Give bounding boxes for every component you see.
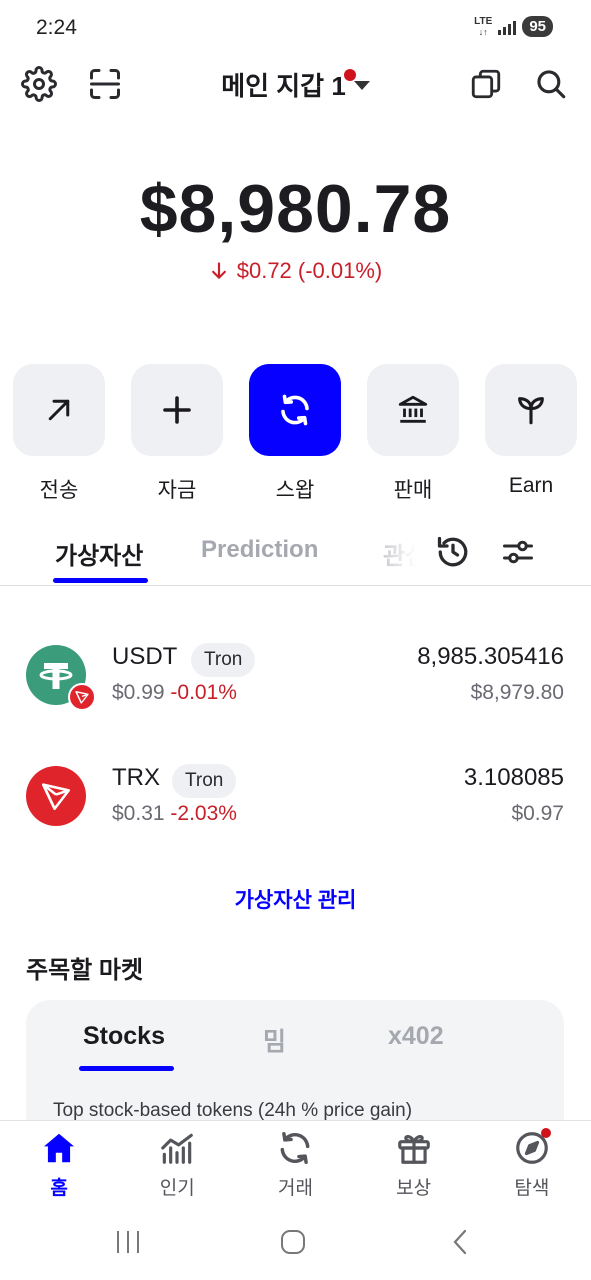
fund-label: 자금 <box>157 479 197 502</box>
bank-icon <box>398 395 428 423</box>
nav-home[interactable]: 홈 <box>0 1121 118 1202</box>
back-icon[interactable] <box>440 1224 480 1260</box>
search-icon[interactable] <box>531 64 571 104</box>
swap-icon <box>281 1132 310 1164</box>
nav-home-label: 홈 <box>50 1178 68 1199</box>
nav-trade-label: 거래 <box>277 1178 313 1199</box>
balance-change: $0.72 (-0.01%) <box>0 258 591 284</box>
nav-explore[interactable]: 탐색 <box>473 1121 591 1202</box>
send-tile[interactable] <box>13 364 105 456</box>
nav-trending[interactable]: 인기 <box>118 1121 236 1202</box>
total-balance: $8,980.78 <box>139 171 452 247</box>
fund-tile[interactable] <box>131 364 223 456</box>
copy-icon[interactable] <box>466 64 506 104</box>
token-value: $0.97 <box>511 802 564 825</box>
token-amount: 3.108085 <box>463 764 564 791</box>
market-tab-meme[interactable]: 밈 <box>263 1022 286 1058</box>
home-icon <box>44 1133 75 1163</box>
earn-button[interactable]: Earn <box>485 364 577 504</box>
earn-label: Earn <box>508 474 554 497</box>
sell-button[interactable]: 판매 <box>367 364 459 504</box>
market-tab-x402[interactable]: x402 <box>388 1022 444 1051</box>
network-chip: Tron <box>191 643 256 677</box>
market-tab-stocks[interactable]: Stocks <box>83 1022 165 1051</box>
quick-actions: 전송 자금 스왑 판매 Earn <box>13 364 591 504</box>
token-symbol: USDT <box>112 643 178 670</box>
signal-icon <box>498 19 517 35</box>
status-bar: 2:24 LTE ↓↑ 95 <box>0 0 591 58</box>
home-button-icon[interactable] <box>273 1224 313 1260</box>
token-change: -0.01% <box>170 681 237 704</box>
token-value: $8,979.80 <box>470 681 564 704</box>
network-chip: Tron <box>172 764 237 798</box>
bottom-navigation: 홈 인기 거래 보상 탐색 <box>0 1120 591 1202</box>
status-time: 2:24 <box>36 16 77 39</box>
tron-network-badge-icon <box>68 683 96 711</box>
token-price-value: $0.99 <box>112 681 165 704</box>
nav-rewards-label: 보상 <box>396 1178 432 1199</box>
status-indicators: LTE ↓↑ 95 <box>474 16 553 37</box>
filter-icon[interactable] <box>498 532 538 572</box>
manage-assets-link[interactable]: 가상자산 관리 <box>0 884 591 914</box>
token-row-trx[interactable]: TRX Tron $0.31 -2.03% 3.108085 $0.97 <box>0 756 591 846</box>
history-icon[interactable] <box>433 532 473 572</box>
market-tab-indicator <box>79 1066 174 1071</box>
notification-dot <box>343 69 356 81</box>
trx-logo-icon <box>26 766 86 826</box>
market-subtitle: Top stock-based tokens (24h % price gain… <box>53 1100 413 1121</box>
token-price: $0.31 -2.03% <box>112 802 237 826</box>
fund-button[interactable]: 자금 <box>131 364 223 504</box>
swap-button[interactable]: 스왑 <box>249 364 341 504</box>
token-change: -2.03% <box>170 802 237 825</box>
markets-section-title: 주목할 마켓 <box>26 957 144 984</box>
nav-rewards[interactable]: 보상 <box>355 1121 473 1202</box>
sell-label: 판매 <box>393 479 433 502</box>
earn-tile[interactable] <box>485 364 577 456</box>
battery-indicator: 95 <box>522 16 553 37</box>
tab-crypto[interactable]: 가상자산 <box>55 536 143 571</box>
nav-trade[interactable]: 거래 <box>236 1121 354 1202</box>
wallet-name: 메인 지갑 1 <box>221 71 346 101</box>
trending-icon <box>161 1133 194 1164</box>
sprout-icon <box>518 397 544 425</box>
token-symbol: TRX <box>112 764 160 791</box>
token-amount: 8,985.305416 <box>417 643 564 670</box>
app-header: 메인 지갑 1 <box>0 58 591 110</box>
swap-tile[interactable] <box>249 364 341 456</box>
nav-trending-label: 인기 <box>159 1178 195 1199</box>
arrow-up-right-icon <box>48 399 70 421</box>
tab-prediction[interactable]: Prediction <box>201 536 318 564</box>
sell-tile[interactable] <box>367 364 459 456</box>
network-indicator: LTE ↓↑ <box>474 15 493 37</box>
token-price: $0.99 -0.01% <box>112 681 237 705</box>
recents-icon[interactable] <box>108 1224 148 1260</box>
tab-active-indicator <box>53 578 148 583</box>
asset-tabs: 가상자산 Prediction 관심 <box>0 526 591 586</box>
token-price-value: $0.31 <box>112 802 165 825</box>
token-row-usdt[interactable]: USDT Tron $0.99 -0.01% 8,985.305416 $8,9… <box>0 635 591 725</box>
network-label: LTE <box>474 15 493 27</box>
gift-icon <box>397 1135 430 1164</box>
swap-label: 스왑 <box>275 479 315 502</box>
explore-notification-dot <box>540 1128 551 1138</box>
system-navigation <box>0 1202 591 1280</box>
balance-change-value: $0.72 (-0.01%) <box>236 258 383 283</box>
send-button[interactable]: 전송 <box>13 364 105 504</box>
swap-icon <box>281 394 309 426</box>
nav-explore-label: 탐색 <box>514 1178 550 1199</box>
arrow-down-icon <box>209 258 229 284</box>
plus-icon <box>163 396 191 424</box>
send-label: 전송 <box>39 479 79 502</box>
tab-fade <box>360 526 440 582</box>
chevron-down-icon <box>353 81 370 90</box>
